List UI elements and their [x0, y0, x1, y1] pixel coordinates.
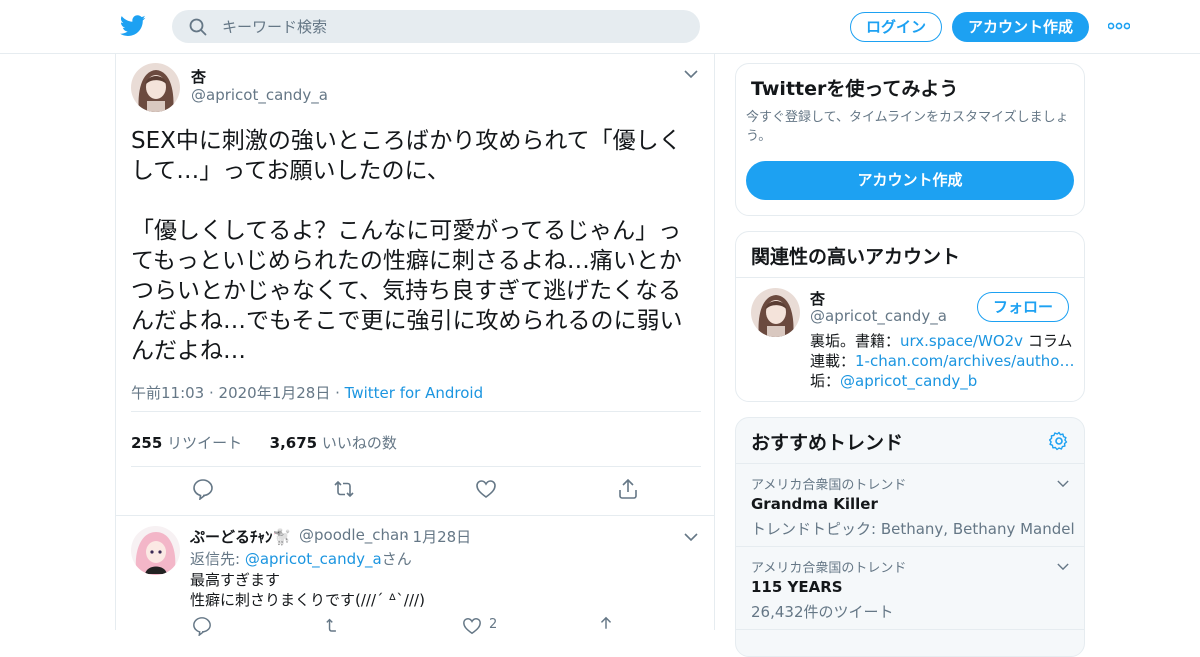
chevron-down-icon[interactable]	[1057, 563, 1069, 571]
divider	[736, 277, 1084, 278]
tweet-stats: 255 リツイート 3,675 いいねの数	[131, 432, 397, 453]
card-title: おすすめトレンド	[751, 432, 904, 454]
reply-to-line: 返信先: @apricot_candy_aさん	[190, 548, 412, 569]
account-bio-line: 垢：@apricot_candy_b	[810, 371, 1075, 391]
chevron-down-icon[interactable]	[684, 533, 698, 542]
tweet-timestamp[interactable]: 午前11:03 · 2020年1月28日	[131, 384, 330, 402]
card-title: Twitterを使ってみよう	[751, 78, 959, 100]
card-title: 関連性の高いアカウント	[751, 246, 961, 268]
retweet-icon[interactable]	[325, 616, 345, 636]
bio-link[interactable]: 1-chan.com/archives/autho…	[855, 352, 1074, 370]
reply-to-prefix: 返信先:	[190, 550, 245, 568]
tweet-column: 杏 @apricot_candy_a SEX中に刺激の強いところばかり攻められて…	[115, 54, 715, 636]
bio-text: 裏垢。書籍：	[810, 332, 901, 350]
tweet-text: SEX中に刺激の強いところばかり攻められて「優しくして…」ってお願いしたのに、 …	[131, 128, 683, 364]
heart-icon[interactable]	[462, 616, 482, 636]
top-bar: ログイン アカウント作成	[0, 0, 1200, 54]
divider	[116, 515, 714, 516]
like-count: 3,675	[269, 434, 318, 452]
signup-promo-card: Twitterを使ってみよう 今すぐ登録して、タイムラインをカスタマイズしましょ…	[735, 63, 1085, 216]
search-input[interactable]	[222, 10, 682, 43]
reply-icon[interactable]	[192, 478, 214, 500]
retweet-label: リツイート	[167, 434, 243, 452]
reply-date[interactable]: · 1月28日	[403, 526, 471, 547]
reply-author-handle[interactable]: @poodle_chan	[299, 526, 409, 544]
trend-item[interactable]: アメリカ合衆国のトレンド Grandma Killer トレンドトピック: Be…	[736, 464, 1084, 547]
related-accounts-card: 関連性の高いアカウント 杏 @apricot_candy_a フォロー 裏垢。書…	[735, 231, 1085, 402]
account-bio-line: 連載：1-chan.com/archives/autho… サブ	[810, 351, 1075, 371]
reply-text-line: 性癖に刺さりまくりです(///ˊ ᐞˋ///)	[190, 591, 425, 609]
trends-card: おすすめトレンド アメリカ合衆国のトレンド Grandma Killer トレン…	[735, 417, 1085, 657]
account-bio-line: 裏垢。書籍：urx.space/WO2v コラム	[810, 331, 1075, 351]
tweet-meta: 午前11:03 · 2020年1月28日 · Twitter for Andro…	[131, 382, 483, 403]
trend-name: Grandma Killer	[751, 495, 878, 513]
author-name[interactable]: 杏	[191, 66, 206, 87]
reply-to-handle[interactable]: @apricot_candy_a	[245, 550, 382, 568]
retweet-count: 255	[131, 434, 163, 452]
reply-text-line: 最高すぎます	[190, 571, 281, 589]
author-handle[interactable]: @apricot_candy_a	[191, 86, 328, 104]
reply-author-name[interactable]: ぷーどるﾁｬﾝ🐩	[190, 526, 291, 547]
avatar[interactable]	[131, 526, 180, 575]
chevron-down-icon[interactable]	[684, 70, 698, 79]
heart-icon[interactable]	[475, 478, 497, 500]
reply-icon[interactable]	[192, 616, 212, 636]
account-handle[interactable]: @apricot_candy_a	[810, 307, 947, 325]
client-link[interactable]: Twitter for Android	[345, 384, 483, 402]
bio-text: コラム	[1023, 332, 1073, 350]
divider	[131, 411, 701, 412]
gear-icon[interactable]	[1049, 431, 1069, 451]
reply-to-suffix: さん	[381, 550, 412, 568]
trend-context: アメリカ合衆国のトレンド	[751, 561, 907, 576]
trend-detail: 26,432件のツイート	[751, 603, 894, 621]
signup-card-button[interactable]: アカウント作成	[746, 161, 1074, 200]
retweet-stat[interactable]: 255 リツイート	[131, 434, 242, 452]
trend-name: 115 YEARS	[751, 578, 843, 596]
share-icon[interactable]	[617, 478, 639, 500]
divider	[131, 466, 701, 467]
signup-button[interactable]: アカウント作成	[952, 12, 1089, 42]
trend-detail: トレンドトピック: Bethany, Bethany Mandel	[751, 520, 1075, 538]
bio-link[interactable]: urx.space/WO2v	[900, 332, 1023, 350]
login-button[interactable]: ログイン	[850, 12, 942, 42]
more-dots-icon[interactable]	[1108, 22, 1130, 30]
avatar[interactable]	[131, 63, 180, 112]
bio-text: 垢：	[810, 372, 841, 390]
retweet-icon[interactable]	[333, 478, 355, 500]
trend-item[interactable]: アメリカ合衆国のトレンド 115 YEARS 26,432件のツイート	[736, 547, 1084, 630]
follow-button[interactable]: フォロー	[977, 292, 1069, 322]
like-label: いいねの数	[321, 434, 397, 452]
meta-separator: ·	[330, 384, 345, 402]
bio-text: 連載：	[810, 352, 856, 370]
twitter-bird-icon[interactable]	[120, 14, 146, 38]
avatar[interactable]	[751, 288, 800, 337]
like-stat[interactable]: 3,675 いいねの数	[270, 434, 397, 452]
share-icon[interactable]	[596, 616, 616, 636]
chevron-down-icon[interactable]	[1057, 480, 1069, 488]
trend-context: アメリカ合衆国のトレンド	[751, 478, 907, 493]
tweet-actions	[116, 478, 714, 504]
card-description: 今すぐ登録して、タイムラインをカスタマイズしましょう。	[746, 110, 1069, 144]
bio-link[interactable]: @apricot_candy_b	[840, 372, 977, 390]
search-box[interactable]	[172, 10, 700, 43]
bio-text: サブ	[1074, 352, 1075, 370]
search-icon	[189, 18, 207, 36]
account-name[interactable]: 杏	[810, 288, 825, 309]
